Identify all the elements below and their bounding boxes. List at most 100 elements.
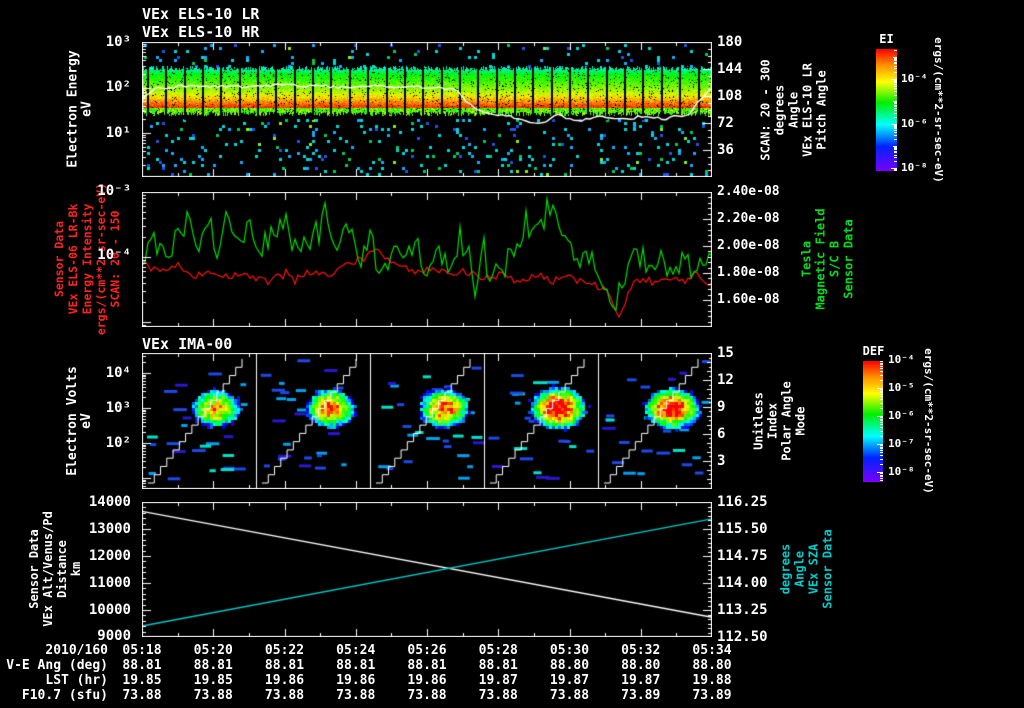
colorbar-tick	[894, 149, 897, 150]
colorbar-tick	[880, 408, 883, 409]
bottom-value: 88.81	[193, 658, 233, 673]
colorbar-tick	[894, 63, 897, 64]
colorbar-tick	[894, 68, 897, 69]
colorbar-tick	[880, 380, 883, 381]
plot-screen: VEx ELS-10 LR VEx ELS-10 HR VEx IMA-00 E…	[0, 0, 1024, 708]
tick-label: 2.00e-08	[717, 238, 780, 253]
tick-label: 9000	[97, 628, 131, 644]
tick-label: 10⁴	[105, 365, 131, 381]
sensor1-right-label-line: S/C B	[828, 240, 842, 278]
colorbar-tick	[880, 452, 883, 453]
colorbar-tick	[880, 455, 883, 456]
tick-label: 10⁻⁵	[888, 381, 915, 394]
colorbar-tick	[880, 420, 883, 421]
colorbar-tick	[894, 86, 897, 87]
tick-label: 116.25	[717, 494, 768, 510]
tick-label: 36	[717, 142, 734, 158]
bottom-value: 19.88	[692, 673, 732, 688]
colorbar-tick	[880, 422, 883, 423]
colorbar-tick	[894, 127, 897, 128]
colorbar-tick	[894, 139, 897, 140]
colorbar-tick	[894, 108, 897, 109]
row-label: LST (hr)	[45, 673, 108, 688]
colorbar-tick	[880, 450, 883, 451]
colorbar-tick	[894, 82, 897, 83]
sensor1-line-canvas	[142, 192, 712, 327]
ima-spectrogram-canvas	[142, 353, 712, 489]
tick-label: 10000	[88, 602, 131, 618]
sensor1-right-label-line: Magnetic Field	[814, 208, 828, 310]
colorbar-tick	[880, 476, 883, 477]
bottom-value: 73.88	[549, 688, 590, 703]
bottom-value: 19.86	[407, 673, 447, 688]
colorbar-tick	[894, 58, 897, 59]
tick-label: 115.50	[717, 521, 768, 537]
tick-label: 14000	[88, 494, 131, 510]
bottom-value: 73.88	[336, 688, 376, 703]
bottom-value: 73.88	[264, 688, 305, 703]
bottom-value: 88.80	[549, 658, 590, 673]
colorbar-tick	[880, 371, 883, 372]
colorbar-tick	[894, 95, 897, 96]
tick-label: 10²	[105, 435, 131, 451]
colorbar-tick	[880, 436, 883, 437]
time-label: 05:32	[621, 643, 661, 658]
colorbar-tick	[894, 50, 897, 51]
time-label: 05:30	[549, 643, 590, 658]
time-label: 05:20	[193, 643, 233, 658]
bottom-value: 73.89	[692, 688, 732, 703]
tick-label: 1.60e-08	[717, 292, 780, 307]
ima-right-label-line: Index	[765, 402, 780, 440]
colorbar-tick	[894, 106, 897, 107]
colorbar-tick	[894, 157, 897, 158]
bottom-value: 73.88	[122, 688, 162, 703]
time-label: 05:28	[478, 643, 518, 658]
tick-label: 10³	[105, 34, 131, 50]
tick-label: 10⁻⁸	[901, 161, 928, 174]
colorbar-tick	[880, 417, 883, 418]
colorbar-tick	[894, 102, 897, 103]
colorbar-tick	[894, 62, 897, 63]
els-spectrogram-canvas	[142, 42, 712, 177]
els-right-label-line: Pitch Angle	[815, 70, 829, 150]
colorbar-tick	[894, 170, 897, 171]
colorbar-tick	[880, 475, 883, 476]
tick-label: 180	[717, 34, 743, 50]
sensor1-right-label-line: Tesla	[800, 240, 814, 278]
els-ylabel-line: eV	[80, 101, 95, 117]
colorbar-tick	[894, 80, 897, 81]
ima-right-label-line: Polar Angle	[779, 381, 794, 461]
ima-ylabel-line: eV	[78, 413, 94, 429]
bottom-value: 88.80	[621, 658, 661, 673]
colorbar-tick	[880, 431, 883, 432]
sensor1-right-label-line: Sensor Data	[842, 219, 856, 299]
colorbar-tick	[894, 72, 897, 73]
tick-label: 12000	[88, 548, 131, 564]
colorbar-tick	[880, 464, 883, 465]
tick-label: 114.75	[717, 548, 768, 564]
bottom-value: 19.85	[122, 673, 162, 688]
sensor2-right-label-line: degrees	[778, 543, 793, 595]
tick-label: 3	[717, 453, 726, 469]
sensor2-right-label-line: Sensor Data	[820, 529, 835, 609]
els-title-hr: VEx ELS-10 HR	[142, 23, 260, 41]
tick-label: 114.00	[717, 575, 768, 591]
sensor2-right-label-line: VEx SZA	[806, 543, 821, 595]
colorbar-tick	[894, 103, 897, 104]
sensor2-line-canvas	[142, 502, 712, 637]
colorbar-tick	[880, 396, 883, 397]
colorbar-tick	[880, 459, 883, 460]
colorbar-tick	[894, 151, 897, 152]
colorbar-tick	[894, 59, 897, 60]
colorbar-tick	[894, 105, 897, 106]
colorbar-tick	[894, 126, 897, 127]
colorbar-tick	[894, 125, 897, 126]
colorbar-tick	[894, 130, 897, 131]
colorbar-tick	[894, 91, 897, 92]
tick-label: 1.80e-08	[717, 265, 780, 280]
bottom-value: 19.86	[336, 673, 376, 688]
tick-label: 11000	[88, 575, 131, 591]
colorbar-tick	[880, 389, 883, 390]
colorbar-tick	[894, 110, 897, 111]
tick-label: 13000	[88, 521, 131, 537]
